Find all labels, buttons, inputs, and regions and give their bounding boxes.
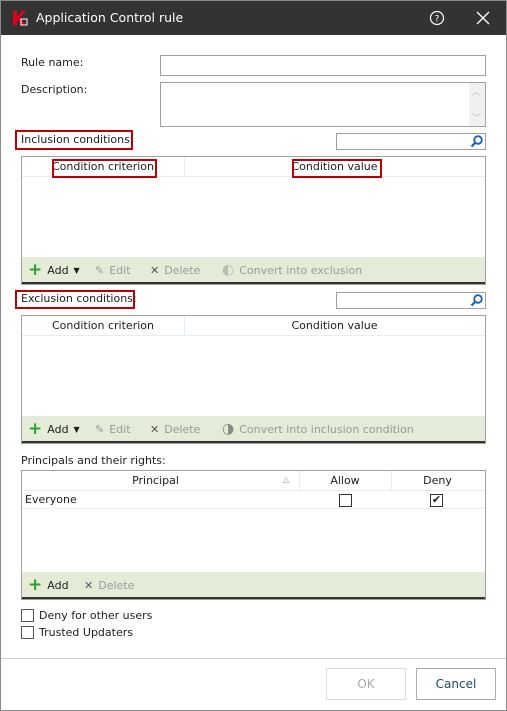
principals-table: Principal △ Allow Deny Everyone ✔ + Add ✕… — [21, 470, 486, 600]
column-header-criterion[interactable]: Condition criterion — [22, 319, 184, 332]
close-icon[interactable] — [476, 11, 490, 25]
add-button[interactable]: + Add — [28, 575, 69, 595]
principals-label: Principals and their rights: — [21, 454, 166, 467]
deny-other-users-label[interactable]: Deny for other users — [39, 609, 152, 622]
delete-button[interactable]: ✕ Delete — [150, 423, 200, 436]
exclusion-table: Condition criterion Condition value + Add… — [21, 315, 486, 444]
scroll-down-icon[interactable]: ﹀ — [472, 111, 481, 124]
search-icon[interactable] — [470, 294, 483, 307]
description-label: Description: — [21, 83, 88, 96]
table-header: Condition criterion Condition value — [22, 316, 485, 336]
allow-checkbox[interactable] — [339, 494, 352, 507]
convert-icon: ◑ — [222, 421, 235, 437]
plus-icon: + — [28, 419, 43, 439]
rule-name-label: Rule name: — [21, 56, 84, 69]
principals-toolbar: + Add ✕ Delete — [22, 572, 485, 599]
deny-checkbox[interactable]: ✔ — [430, 494, 443, 507]
inclusion-search-input[interactable] — [336, 133, 486, 150]
add-button[interactable]: + Add ▼ — [28, 419, 80, 439]
table-header: Principal △ Allow Deny — [22, 471, 485, 491]
exclusion-search-input[interactable] — [336, 292, 486, 309]
title-bar: Application Control rule ? — [1, 1, 506, 35]
column-header-allow[interactable]: Allow — [299, 474, 391, 487]
delete-x-icon: ✕ — [150, 264, 160, 277]
column-header-deny[interactable]: Deny — [391, 474, 484, 487]
description-textarea[interactable]: ︿ ﹀ — [160, 82, 486, 127]
convert-button[interactable]: ◐ Convert into exclusion — [222, 262, 362, 278]
pencil-icon: ✎ — [95, 264, 105, 277]
kaspersky-logo-icon — [13, 11, 28, 26]
scrollbar[interactable]: ︿ ﹀ — [469, 83, 485, 126]
exclusion-toolbar: + Add ▼ ✎ Edit ✕ Delete ◑ Convert into inclus… — [22, 416, 485, 443]
column-header-value[interactable]: Condition value — [184, 319, 485, 332]
ok-button[interactable]: OK — [326, 668, 406, 700]
plus-icon: + — [28, 260, 43, 280]
principal-name: Everyone — [25, 493, 77, 506]
plus-icon: + — [28, 575, 43, 595]
trusted-updaters-label[interactable]: Trusted Updaters — [39, 626, 133, 639]
deny-other-users-checkbox[interactable] — [21, 609, 34, 622]
svg-text:?: ? — [435, 15, 440, 25]
rule-name-input[interactable] — [160, 55, 486, 76]
exclusion-conditions-label: Exclusion conditions: — [21, 292, 137, 305]
delete-button[interactable]: ✕ Delete — [84, 579, 134, 592]
add-button[interactable]: + Add ▼ — [28, 260, 80, 280]
help-circle-icon[interactable]: ? — [429, 10, 445, 26]
dropdown-arrow-icon: ▼ — [73, 425, 80, 434]
edit-button[interactable]: ✎ Edit — [95, 264, 131, 277]
edit-button[interactable]: ✎ Edit — [95, 423, 131, 436]
pencil-icon: ✎ — [95, 423, 105, 436]
column-header-principal[interactable]: Principal — [22, 474, 289, 487]
cancel-button[interactable]: Cancel — [416, 668, 496, 700]
delete-button[interactable]: ✕ Delete — [150, 264, 200, 277]
convert-button[interactable]: ◑ Convert into inclusion condition — [222, 421, 414, 437]
delete-x-icon: ✕ — [150, 423, 160, 436]
window-title: Application Control rule — [36, 10, 184, 25]
inclusion-toolbar: + Add ▼ ✎ Edit ✕ Delete ◐ Convert into exclus… — [22, 257, 485, 284]
sort-ascending-icon[interactable]: △ — [283, 475, 289, 484]
dropdown-arrow-icon: ▼ — [73, 266, 80, 275]
highlight-box — [292, 159, 382, 178]
delete-x-icon: ✕ — [84, 579, 94, 592]
table-row[interactable]: Everyone ✔ — [22, 491, 485, 509]
scroll-up-icon[interactable]: ︿ — [472, 85, 481, 98]
highlight-box — [52, 159, 157, 178]
search-icon[interactable] — [470, 135, 483, 148]
inclusion-conditions-label: Inclusion conditions: — [21, 133, 134, 146]
trusted-updaters-checkbox[interactable] — [21, 626, 34, 639]
inclusion-table: Condition criterion Condition value + Add… — [21, 156, 486, 285]
footer-divider — [1, 658, 506, 659]
convert-icon: ◐ — [222, 262, 235, 278]
